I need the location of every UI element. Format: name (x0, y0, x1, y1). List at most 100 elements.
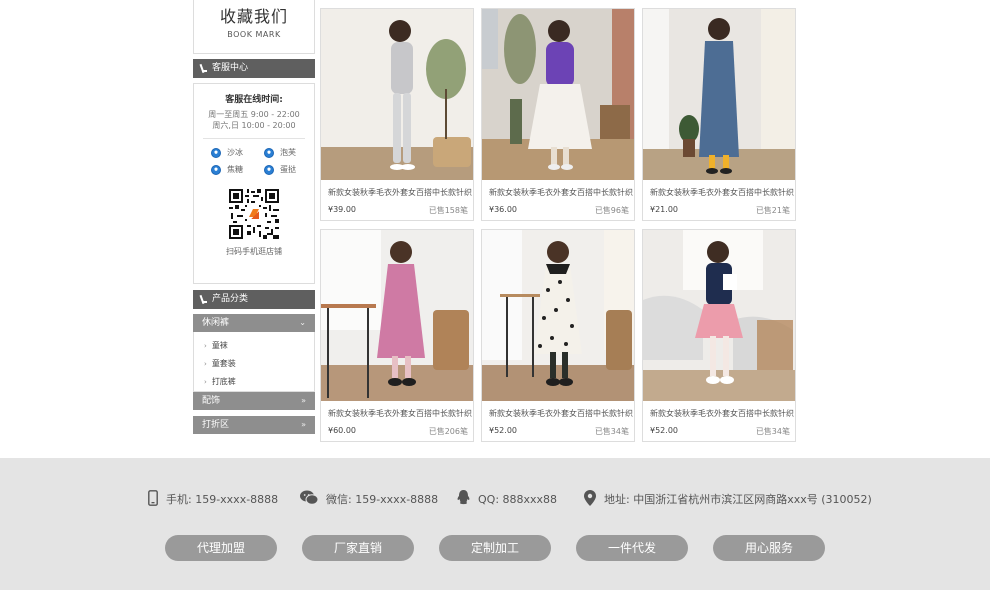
service-header-label: 客服中心 (212, 63, 249, 73)
product-title[interactable]: 新款女装秋季毛衣外套女百搭中长款针织 (643, 401, 795, 419)
weekday-hours: 周一至周五 9:00 - 22:00 (208, 110, 300, 119)
bookmark-title: 收藏我们 (219, 7, 288, 26)
product-meta: ¥60.00 已售206笔 (321, 419, 473, 437)
qq-icon (211, 164, 221, 175)
agent-link[interactable]: 沙冰 (211, 146, 264, 159)
sold-count: 已售206笔 (428, 427, 468, 436)
shop-page: 收藏我们 BOOK MARK 客服中心 客服在线时间: 周一至周五 9:00 -… (0, 0, 990, 590)
contact-qq: QQ: 888xxx88 (457, 490, 558, 508)
subcategory-item[interactable]: › 童袜 (204, 337, 314, 355)
online-time-title: 客服在线时间: (225, 95, 283, 105)
sidebar: 收藏我们 BOOK MARK 客服中心 客服在线时间: 周一至周五 9:00 -… (193, 0, 315, 434)
product-image[interactable] (643, 9, 795, 180)
product-price: ¥39.00 (328, 205, 356, 214)
product-grid: 新款女装秋季毛衣外套女百搭中长款针织 ¥39.00 已售158笔 新款女装秋季毛… (320, 8, 796, 442)
service-header: 客服中心 (193, 59, 315, 78)
product-card[interactable]: 新款女装秋季毛衣外套女百搭中长款针织 ¥60.00 已售206笔 (320, 229, 474, 442)
product-title[interactable]: 新款女装秋季毛衣外套女百搭中长款针织 (321, 180, 473, 198)
category-accessories[interactable]: 配饰 » (193, 392, 315, 410)
product-meta: ¥39.00 已售158笔 (321, 198, 473, 216)
subcategory-label: 童袜 (211, 341, 228, 350)
product-meta: ¥21.00 已售21笔 (643, 198, 795, 216)
qr-caption: 扫码手机逛店铺 (226, 247, 282, 256)
wechat-icon (300, 490, 319, 508)
double-chevron-right-icon: » (301, 396, 306, 405)
chevron-right-icon: › (204, 378, 207, 386)
product-title[interactable]: 新款女装秋季毛衣外套女百搭中长款针织 (643, 180, 795, 198)
product-card[interactable]: 新款女装秋季毛衣外套女百搭中长款针织 ¥52.00 已售34笔 (642, 229, 796, 442)
product-title[interactable]: 新款女装秋季毛衣外套女百搭中长款针织 (482, 401, 634, 419)
category-submenu: › 童袜 › 童套装 › 打底裤 (193, 332, 315, 392)
product-image[interactable] (482, 9, 634, 180)
qq-text: QQ: 888xxx88 (478, 492, 558, 506)
subcategory-item[interactable]: › 打底裤 (204, 373, 314, 391)
location-pin-icon (584, 489, 596, 509)
subcategory-label: 打底裤 (211, 377, 236, 386)
product-image[interactable] (482, 230, 634, 401)
address-text: 地址: 中国浙江省杭州市滨江区网商路xxx号 (310052) (604, 493, 872, 506)
wechat-text: 微信: 159-xxxx-8888 (326, 493, 439, 506)
qq-icon (264, 147, 274, 158)
sold-count: 已售158笔 (428, 206, 468, 215)
divider (203, 138, 305, 139)
product-image[interactable] (643, 230, 795, 401)
contact-phone: 手机: 159-xxxx-8888 (148, 489, 279, 509)
agent-link[interactable]: 蛋挞 (264, 163, 317, 176)
sold-count: 已售21笔 (755, 206, 790, 215)
dropship-button[interactable]: 一件代发 (576, 535, 688, 561)
product-price: ¥60.00 (328, 426, 356, 435)
factory-direct-button[interactable]: 厂家直销 (302, 535, 414, 561)
category-discount[interactable]: 打折区 » (193, 416, 315, 434)
agent-name: 焦糖 (227, 165, 243, 174)
product-image[interactable] (321, 230, 473, 401)
service-buttons: 代理加盟 厂家直销 定制加工 一件代发 用心服务 (0, 535, 990, 561)
pin-icon (200, 64, 207, 73)
chevron-right-icon: › (204, 342, 207, 350)
chevron-right-icon: › (204, 360, 207, 368)
sold-count: 已售34笔 (594, 427, 629, 436)
agent-join-button[interactable]: 代理加盟 (165, 535, 277, 561)
category-pants[interactable]: 休闲裤 ⌄ (193, 314, 315, 332)
weekend-hours: 周六,日 10:00 - 20:00 (212, 121, 296, 130)
category-header: 产品分类 (193, 290, 315, 309)
agent-name: 泡芙 (280, 148, 296, 157)
subcategory-item[interactable]: › 童套装 (204, 355, 314, 373)
product-meta: ¥52.00 已售34笔 (482, 419, 634, 437)
double-chevron-right-icon: » (301, 420, 306, 429)
product-image[interactable] (321, 9, 473, 180)
qq-penguin-icon (457, 490, 470, 508)
product-card[interactable]: 新款女装秋季毛衣外套女百搭中长款针织 ¥39.00 已售158笔 (320, 8, 474, 221)
category-label: 配饰 (202, 396, 221, 406)
agent-name: 蛋挞 (280, 165, 296, 174)
product-meta: ¥36.00 已售96笔 (482, 198, 634, 216)
bookmark-box[interactable]: 收藏我们 BOOK MARK (193, 0, 315, 54)
agent-link[interactable]: 泡芙 (264, 146, 317, 159)
subcategory-label: 童套装 (211, 359, 236, 368)
agent-name: 沙冰 (227, 148, 243, 157)
product-price: ¥52.00 (489, 426, 517, 435)
product-price: ¥36.00 (489, 205, 517, 214)
phone-text: 手机: 159-xxxx-8888 (166, 493, 279, 506)
phone-icon (148, 489, 158, 509)
product-card[interactable]: 新款女装秋季毛衣外套女百搭中长款针织 ¥52.00 已售34笔 (481, 229, 635, 442)
product-card[interactable]: 新款女装秋季毛衣外套女百搭中长款针织 ¥36.00 已售96笔 (481, 8, 635, 221)
product-title[interactable]: 新款女装秋季毛衣外套女百搭中长款针织 (321, 401, 473, 419)
agent-link[interactable]: 焦糖 (211, 163, 264, 176)
product-price: ¥21.00 (650, 205, 678, 214)
category-header-label: 产品分类 (212, 294, 249, 304)
qr-code (229, 189, 279, 239)
product-meta: ¥52.00 已售34笔 (643, 419, 795, 437)
agent-list: 沙冰 泡芙 焦糖 蛋挞 (211, 146, 314, 176)
product-price: ¥52.00 (650, 426, 678, 435)
product-title[interactable]: 新款女装秋季毛衣外套女百搭中长款针织 (482, 180, 634, 198)
bookmark-subtitle: BOOK MARK (227, 30, 281, 39)
custom-processing-button[interactable]: 定制加工 (439, 535, 551, 561)
category-label: 打折区 (202, 420, 230, 430)
sold-count: 已售96笔 (594, 206, 629, 215)
qq-icon (211, 147, 221, 158)
chevron-down-icon: ⌄ (299, 318, 306, 327)
attentive-service-button[interactable]: 用心服务 (713, 535, 825, 561)
product-card[interactable]: 新款女装秋季毛衣外套女百搭中长款针织 ¥21.00 已售21笔 (642, 8, 796, 221)
contact-bar: 手机: 159-xxxx-8888 微信: 159-xxxx-8888 QQ: … (0, 489, 990, 509)
service-box: 客服在线时间: 周一至周五 9:00 - 22:00 周六,日 10:00 - … (193, 83, 315, 284)
